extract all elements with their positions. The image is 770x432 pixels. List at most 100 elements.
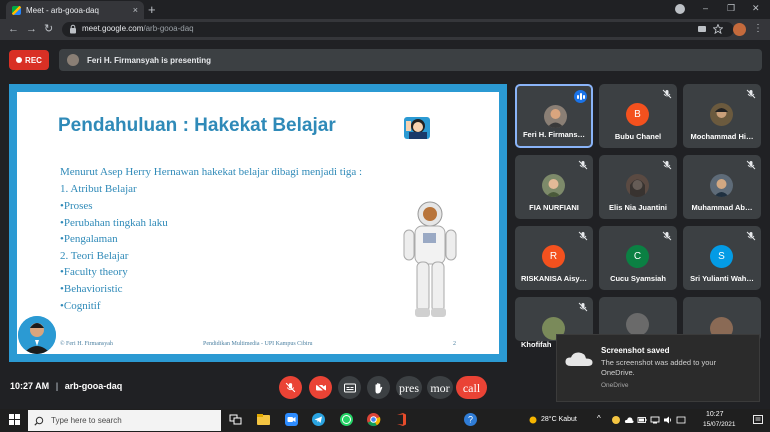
media-control-icon[interactable]: [675, 4, 685, 14]
taskbar-search-input[interactable]: Type here to search: [28, 410, 221, 431]
clock-date[interactable]: 15/07/2021: [703, 421, 736, 428]
slide-item: 1. Atribut Belajar: [60, 183, 137, 195]
participant-tile[interactable]: R RISKANISA Aisy…: [515, 226, 593, 290]
browser-menu-icon[interactable]: ⋮: [753, 22, 763, 36]
camera-permission-icon[interactable]: [697, 24, 707, 34]
meeting-info: 10:27 AM | arb-gooa-daq: [10, 381, 122, 391]
tray-chevron-icon[interactable]: ^: [597, 414, 601, 423]
file-explorer-icon[interactable]: [256, 412, 271, 427]
close-window-button[interactable]: ✕: [752, 3, 760, 13]
mic-toggle-button[interactable]: [279, 376, 302, 399]
notification-center-icon[interactable]: [752, 414, 764, 426]
slide-item: •Pengalaman: [60, 233, 118, 245]
tab-close-icon[interactable]: ×: [133, 5, 138, 15]
windows-start-icon[interactable]: [9, 414, 20, 425]
slide-footer-left: © Feri H. Firmansyah: [60, 341, 113, 347]
hand-icon: [375, 382, 383, 393]
language-icon[interactable]: [676, 415, 686, 425]
participant-name: Mochammad Hi…: [690, 132, 754, 141]
whatsapp-icon[interactable]: [339, 412, 354, 427]
raise-hand-button[interactable]: [367, 376, 390, 399]
weather-sun-icon: [529, 416, 537, 424]
participant-tile[interactable]: Feri H. Firmans…: [515, 84, 593, 148]
rec-label: REC: [25, 55, 42, 65]
tab-title: Meet - arb-gooa-daq: [26, 5, 99, 15]
forward-button[interactable]: →: [26, 22, 37, 36]
present-label: pres: [399, 380, 419, 395]
participant-avatar: [626, 313, 649, 336]
participant-tile[interactable]: FIA NURFIANI: [515, 155, 593, 219]
reload-button[interactable]: ↻: [44, 22, 53, 36]
person-photo-icon: [546, 179, 561, 197]
battery-icon[interactable]: [637, 415, 647, 425]
slide-page-number: 2: [453, 341, 456, 347]
person-photo-icon: [715, 108, 728, 118]
participant-tile[interactable]: S Sri Yulianti Wah…: [683, 226, 761, 290]
slide-item: •Cognitif: [60, 300, 101, 312]
leave-call-label: call: [462, 380, 481, 395]
camera-toggle-button[interactable]: [309, 376, 332, 399]
participant-avatar: [626, 174, 649, 197]
participant-tile[interactable]: C Cucu Syamsiah: [599, 226, 677, 290]
task-view-icon[interactable]: [228, 412, 243, 427]
more-label: mor: [430, 380, 450, 395]
volume-icon[interactable]: [663, 415, 673, 425]
chrome-icon[interactable]: [366, 412, 381, 427]
participant-tile[interactable]: Elis Nia Juantini: [599, 155, 677, 219]
zoom-app-icon[interactable]: [284, 412, 299, 427]
minimize-button[interactable]: –: [703, 3, 708, 13]
toast-title: Screenshot saved: [601, 346, 670, 355]
participant-name: Feri H. Firmans…: [522, 130, 586, 139]
participant-avatar: C: [626, 245, 649, 268]
slide-item: •Behavioristic: [60, 283, 123, 295]
slide-item: •Perubahan tingkah laku: [60, 217, 168, 229]
participant-name: RISKANISA Aisy…: [520, 274, 588, 283]
profile-avatar[interactable]: [733, 23, 746, 36]
maximize-button[interactable]: ❐: [727, 3, 735, 13]
present-now-button[interactable]: pres: [396, 376, 422, 399]
astronaut-image: [403, 201, 457, 317]
person-photo-icon: [547, 109, 564, 128]
mic-off-icon: [662, 89, 672, 99]
meeting-time: 10:27 AM: [10, 381, 50, 391]
url-text: meet.google.com/arb-gooa-daq: [82, 23, 194, 35]
slide-item: •Faculty theory: [60, 266, 128, 278]
mic-off-icon: [285, 382, 296, 393]
meeting-code: arb-gooa-daq: [64, 381, 123, 391]
mic-off-icon: [746, 160, 756, 170]
tray-app-icon[interactable]: [611, 415, 621, 425]
participant-tile[interactable]: Muhammad Ab…: [683, 155, 761, 219]
url-host: meet.google.com: [82, 24, 144, 33]
toast-source: OneDrive: [601, 382, 629, 389]
participant-avatar: B: [626, 103, 649, 126]
person-photo-icon: [630, 179, 645, 197]
weather-text[interactable]: 28°C Kabut: [541, 416, 577, 423]
search-placeholder: Type here to search: [51, 416, 122, 425]
network-icon[interactable]: [650, 415, 660, 425]
back-button[interactable]: ←: [8, 22, 19, 36]
captions-button[interactable]: [338, 376, 361, 399]
bookmark-star-icon[interactable]: [713, 24, 723, 34]
telegram-icon[interactable]: [311, 412, 326, 427]
slide-item: •Proses: [60, 200, 93, 212]
slide-item: 2. Teori Belajar: [60, 250, 129, 262]
student-emoji-icon: [404, 117, 430, 139]
participant-name: Muhammad Ab…: [691, 203, 753, 212]
person-photo-icon: [714, 179, 729, 197]
office-icon[interactable]: [394, 412, 409, 427]
recording-badge: REC: [9, 50, 49, 70]
camera-off-icon: [315, 382, 326, 393]
clock-time[interactable]: 10:27: [706, 411, 724, 418]
participant-name: Bubu Chanel: [614, 132, 662, 141]
participant-tile[interactable]: B Bubu Chanel: [599, 84, 677, 148]
browser-tab[interactable]: Meet - arb-gooa-daq ×: [6, 1, 144, 19]
new-tab-button[interactable]: +: [148, 3, 156, 16]
participant-tile[interactable]: Mochammad Hi…: [683, 84, 761, 148]
onedrive-tray-icon[interactable]: [624, 415, 634, 425]
more-options-button[interactable]: mor: [427, 376, 453, 399]
help-icon[interactable]: ?: [463, 412, 478, 427]
participant-name: FIA NURFIANI: [529, 203, 579, 212]
leave-call-button[interactable]: call: [456, 376, 487, 399]
participant-avatar: R: [542, 245, 565, 268]
meet-favicon-icon: [12, 5, 21, 15]
